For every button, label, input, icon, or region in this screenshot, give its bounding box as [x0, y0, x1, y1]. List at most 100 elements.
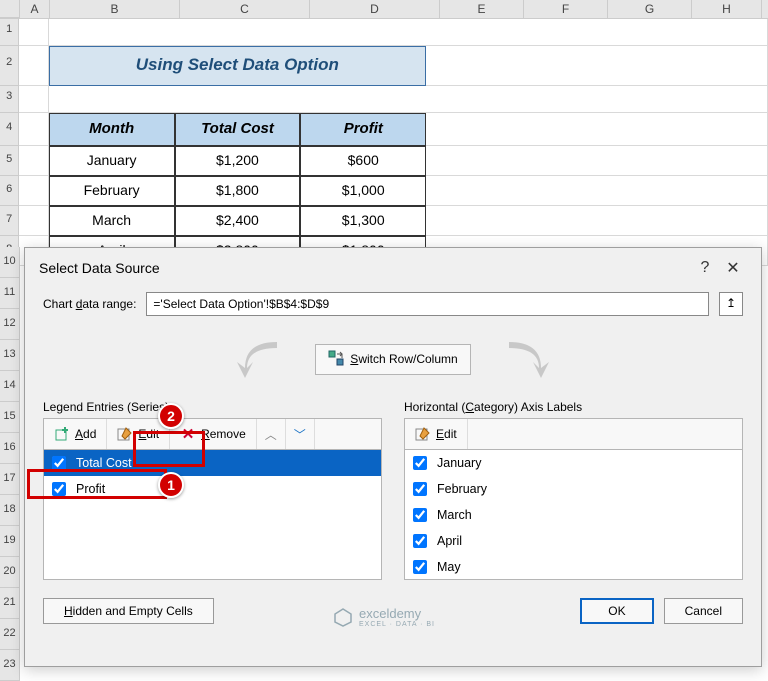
axis-checkbox[interactable]	[413, 456, 427, 470]
cell[interactable]	[49, 86, 768, 113]
axis-label-text: April	[437, 534, 462, 548]
row-15[interactable]: 15	[0, 402, 20, 433]
table-cell[interactable]: January	[49, 146, 175, 176]
axis-item[interactable]: April	[405, 528, 742, 554]
table-cell[interactable]: $1,800	[175, 176, 301, 206]
cell[interactable]	[49, 19, 768, 46]
row-6[interactable]: 6	[0, 176, 19, 206]
cell[interactable]	[19, 86, 48, 113]
row-7[interactable]: 7	[0, 206, 19, 236]
row-19[interactable]: 19	[0, 526, 20, 557]
series-toolbar: Add Edit ✕ Remove ︿ ﹀	[43, 418, 382, 450]
chart-data-range-input[interactable]	[146, 292, 709, 316]
row-22[interactable]: 22	[0, 619, 20, 650]
col-D[interactable]: D	[310, 0, 440, 18]
series-checkbox[interactable]	[52, 456, 66, 470]
axis-label-text: May	[437, 560, 461, 574]
table-cell[interactable]: February	[49, 176, 175, 206]
row-5[interactable]: 5	[0, 146, 19, 176]
collapse-range-button[interactable]: ↥	[719, 292, 743, 316]
table-cell[interactable]: $600	[300, 146, 426, 176]
row-13[interactable]: 13	[0, 340, 20, 371]
axis-item[interactable]: May	[405, 554, 742, 580]
series-list[interactable]: Total Cost Profit	[43, 450, 382, 580]
table-header-cost: Total Cost	[175, 113, 301, 146]
cell[interactable]	[19, 19, 48, 46]
axis-checkbox[interactable]	[413, 482, 427, 496]
cell[interactable]	[19, 206, 48, 236]
cell[interactable]	[19, 46, 48, 86]
series-checkbox[interactable]	[52, 482, 66, 496]
table-cell[interactable]: March	[49, 206, 175, 236]
row-16[interactable]: 16	[0, 433, 20, 464]
table-cell[interactable]: $1,300	[300, 206, 426, 236]
watermark-icon	[333, 607, 353, 627]
row-1[interactable]: 1	[0, 19, 19, 46]
switch-row-column-button[interactable]: Switch Row/Column	[315, 344, 470, 375]
cell[interactable]	[426, 206, 768, 236]
axis-toolbar: Edit	[404, 418, 743, 450]
dialog-title: Select Data Source	[39, 260, 691, 276]
cell[interactable]	[426, 46, 768, 86]
row-2[interactable]: 2	[0, 46, 19, 86]
col-F[interactable]: F	[524, 0, 608, 18]
table-cell[interactable]: $1,200	[175, 146, 301, 176]
row-23[interactable]: 23	[0, 650, 20, 681]
row-12[interactable]: 12	[0, 309, 20, 340]
close-button[interactable]: ✕	[719, 258, 747, 278]
remove-series-button[interactable]: ✕ Remove	[170, 419, 257, 449]
axis-labels-label: Horizontal (Category) Axis Labels	[404, 400, 743, 414]
series-item-total-cost[interactable]: Total Cost	[44, 450, 381, 476]
cell[interactable]	[19, 146, 48, 176]
col-A[interactable]: A	[20, 0, 50, 18]
select-all-corner[interactable]	[0, 0, 20, 18]
table-cell[interactable]: $2,400	[175, 206, 301, 236]
col-E[interactable]: E	[440, 0, 524, 18]
move-up-button[interactable]: ︿	[257, 419, 286, 449]
select-data-source-dialog: Select Data Source ? ✕ Chart data range:…	[24, 247, 762, 667]
row-3[interactable]: 3	[0, 86, 19, 113]
cell[interactable]	[426, 146, 768, 176]
edit-axis-button[interactable]: Edit	[405, 419, 468, 449]
series-item-profit[interactable]: Profit	[44, 476, 381, 502]
axis-item[interactable]: January	[405, 450, 742, 476]
edit-icon	[117, 426, 133, 442]
row-4[interactable]: 4	[0, 113, 19, 146]
row-headers-tail: 10 11 12 13 14 15 16 17 18 19 20 21 22 2…	[0, 247, 20, 681]
help-button[interactable]: ?	[691, 259, 719, 277]
table-cell[interactable]: $1,000	[300, 176, 426, 206]
cell[interactable]	[426, 176, 768, 206]
axis-item[interactable]: February	[405, 476, 742, 502]
row-17[interactable]: 17	[0, 464, 20, 495]
axis-list[interactable]: January February March April May	[404, 450, 743, 580]
row-20[interactable]: 20	[0, 557, 20, 588]
cell[interactable]	[19, 176, 48, 206]
arrow-right-icon	[489, 334, 559, 384]
axis-label-text: February	[437, 482, 487, 496]
axis-checkbox[interactable]	[413, 534, 427, 548]
row-14[interactable]: 14	[0, 371, 20, 402]
ok-button[interactable]: OK	[580, 598, 653, 624]
cell[interactable]	[19, 113, 48, 146]
row-18[interactable]: 18	[0, 495, 20, 526]
move-down-button[interactable]: ﹀	[286, 419, 315, 449]
add-series-button[interactable]: Add	[44, 419, 107, 449]
remove-icon: ✕	[180, 426, 196, 442]
axis-label-text: March	[437, 508, 472, 522]
row-21[interactable]: 21	[0, 588, 20, 619]
row-11[interactable]: 11	[0, 278, 20, 309]
col-B[interactable]: B	[50, 0, 180, 18]
cancel-button[interactable]: Cancel	[664, 598, 743, 624]
axis-item[interactable]: March	[405, 502, 742, 528]
callout-badge-1: 1	[158, 472, 184, 498]
axis-checkbox[interactable]	[413, 508, 427, 522]
col-C[interactable]: C	[180, 0, 310, 18]
col-G[interactable]: G	[608, 0, 692, 18]
row-10[interactable]: 10	[0, 247, 20, 278]
cell[interactable]	[426, 113, 768, 146]
axis-label-text: January	[437, 456, 481, 470]
hidden-empty-cells-button[interactable]: HHidden and Empty Cellsidden and Empty C…	[43, 598, 214, 624]
chevron-up-icon: ︿	[265, 426, 277, 443]
col-H[interactable]: H	[692, 0, 762, 18]
axis-checkbox[interactable]	[413, 560, 427, 574]
